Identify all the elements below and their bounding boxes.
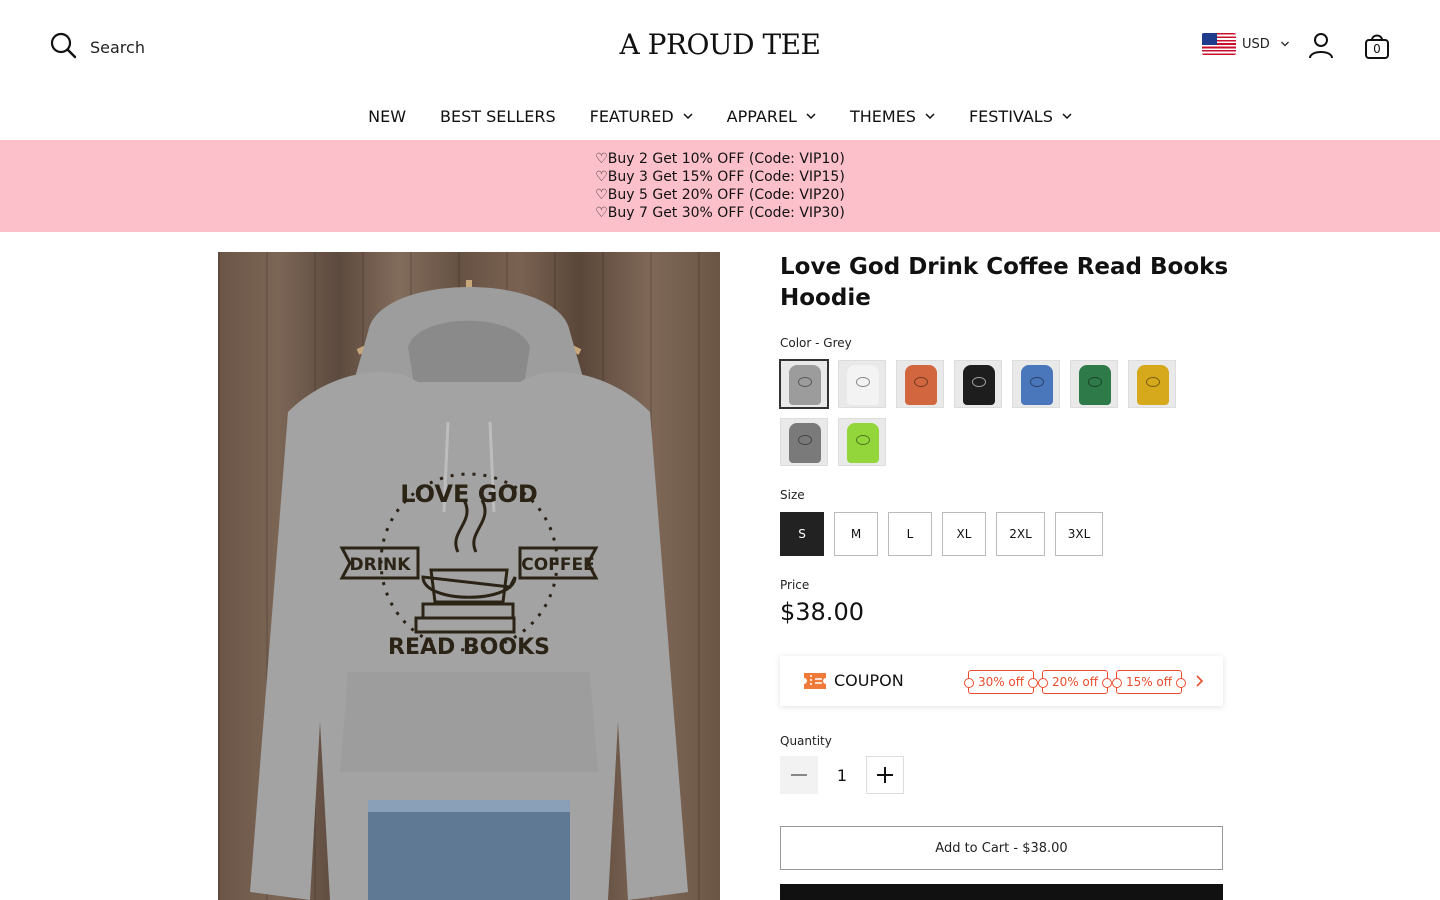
color-swatch-orange[interactable]	[896, 360, 944, 408]
product-title: Love God Drink Coffee Read Books Hoodie	[780, 254, 1229, 311]
size-options: S M L XL 2XL 3XL	[780, 512, 1113, 556]
hoodie-illustration: LOVE GOD DRINK COFFEE READ BOOKS	[250, 280, 688, 900]
currency-code: USD	[1242, 36, 1270, 52]
main-nav: NEW BEST SELLERS FEATURED APPAREL THEMES…	[0, 104, 1440, 128]
quantity-increase-button[interactable]	[866, 756, 904, 794]
color-swatch-black[interactable]	[954, 360, 1002, 408]
chevron-right-icon	[1196, 675, 1204, 687]
nav-item-featured[interactable]: FEATURED	[590, 104, 693, 128]
nav-item-apparel[interactable]: APPAREL	[727, 104, 816, 128]
ticket-icon	[804, 673, 826, 689]
promo-line: ♡Buy 7 Get 30% OFF (Code: VIP30)	[595, 205, 845, 221]
graphic-text-left: DRINK	[350, 555, 412, 575]
promo-line: ♡Buy 2 Get 10% OFF (Code: VIP10)	[595, 151, 845, 167]
coupon-bar[interactable]: COUPON 30% off 20% off 15% off	[780, 656, 1223, 706]
size-option-xl[interactable]: XL	[942, 512, 986, 556]
chevron-down-icon	[806, 113, 816, 120]
size-option-m[interactable]: M	[834, 512, 878, 556]
quantity-stepper: 1	[780, 756, 904, 794]
graphic-text-bottom: READ BOOKS	[388, 635, 550, 660]
graphic-text-top: LOVE GOD	[400, 480, 538, 508]
promo-line: ♡Buy 3 Get 15% OFF (Code: VIP15)	[595, 169, 845, 185]
chevron-down-icon	[925, 113, 935, 120]
coupon-tag: 15% off	[1112, 670, 1186, 694]
size-option-2xl[interactable]: 2XL	[996, 512, 1045, 556]
quantity-value[interactable]: 1	[818, 766, 866, 785]
nav-item-best-sellers[interactable]: BEST SELLERS	[440, 104, 556, 128]
product-image[interactable]: LOVE GOD DRINK COFFEE READ BOOKS	[218, 252, 720, 900]
add-to-cart-button[interactable]: Add to Cart - $38.00	[780, 826, 1223, 870]
size-option-3xl[interactable]: 3XL	[1055, 512, 1103, 556]
coupon-label: COUPON	[834, 671, 904, 690]
buy-now-button[interactable]	[780, 884, 1223, 900]
currency-selector[interactable]: USD	[1202, 33, 1290, 55]
coupon-tag: 30% off	[964, 670, 1038, 694]
minus-icon	[791, 774, 807, 776]
cart-button[interactable]: 0	[1362, 31, 1392, 61]
color-label: Color - Grey	[780, 336, 852, 350]
quantity-decrease-button[interactable]	[780, 756, 818, 794]
color-swatch-yellow[interactable]	[1128, 360, 1176, 408]
size-label: Size	[780, 488, 805, 502]
color-swatch-green[interactable]	[1070, 360, 1118, 408]
color-swatch-blue[interactable]	[1012, 360, 1060, 408]
graphic-text-right: COFFEE	[521, 555, 594, 575]
nav-item-festivals[interactable]: FESTIVALS	[969, 104, 1072, 128]
color-swatch-grey[interactable]	[779, 359, 829, 409]
chevron-down-icon	[1062, 113, 1072, 120]
size-option-l[interactable]: L	[888, 512, 932, 556]
product-price: $38.00	[780, 598, 864, 626]
us-flag-icon	[1202, 33, 1236, 55]
price-label: Price	[780, 578, 810, 592]
color-swatch-white[interactable]	[838, 360, 886, 408]
quantity-label: Quantity	[780, 734, 832, 748]
site-header: Search A PROUD TEE USD 0	[0, 0, 1440, 92]
size-option-s[interactable]: S	[780, 512, 824, 556]
promo-banner: ♡Buy 2 Get 10% OFF (Code: VIP10) ♡Buy 3 …	[0, 140, 1440, 232]
chevron-down-icon	[1280, 41, 1289, 47]
cart-count: 0	[1373, 42, 1381, 56]
color-swatch-lime[interactable]	[838, 418, 886, 466]
chevron-down-icon	[683, 113, 693, 120]
coupon-tag: 20% off	[1038, 670, 1112, 694]
color-swatch-dark-grey[interactable]	[780, 418, 828, 466]
account-icon[interactable]	[1306, 31, 1336, 61]
plus-icon	[877, 767, 893, 783]
promo-line: ♡Buy 5 Get 20% OFF (Code: VIP20)	[595, 187, 845, 203]
nav-item-new[interactable]: NEW	[368, 104, 406, 128]
nav-item-themes[interactable]: THEMES	[850, 104, 935, 128]
